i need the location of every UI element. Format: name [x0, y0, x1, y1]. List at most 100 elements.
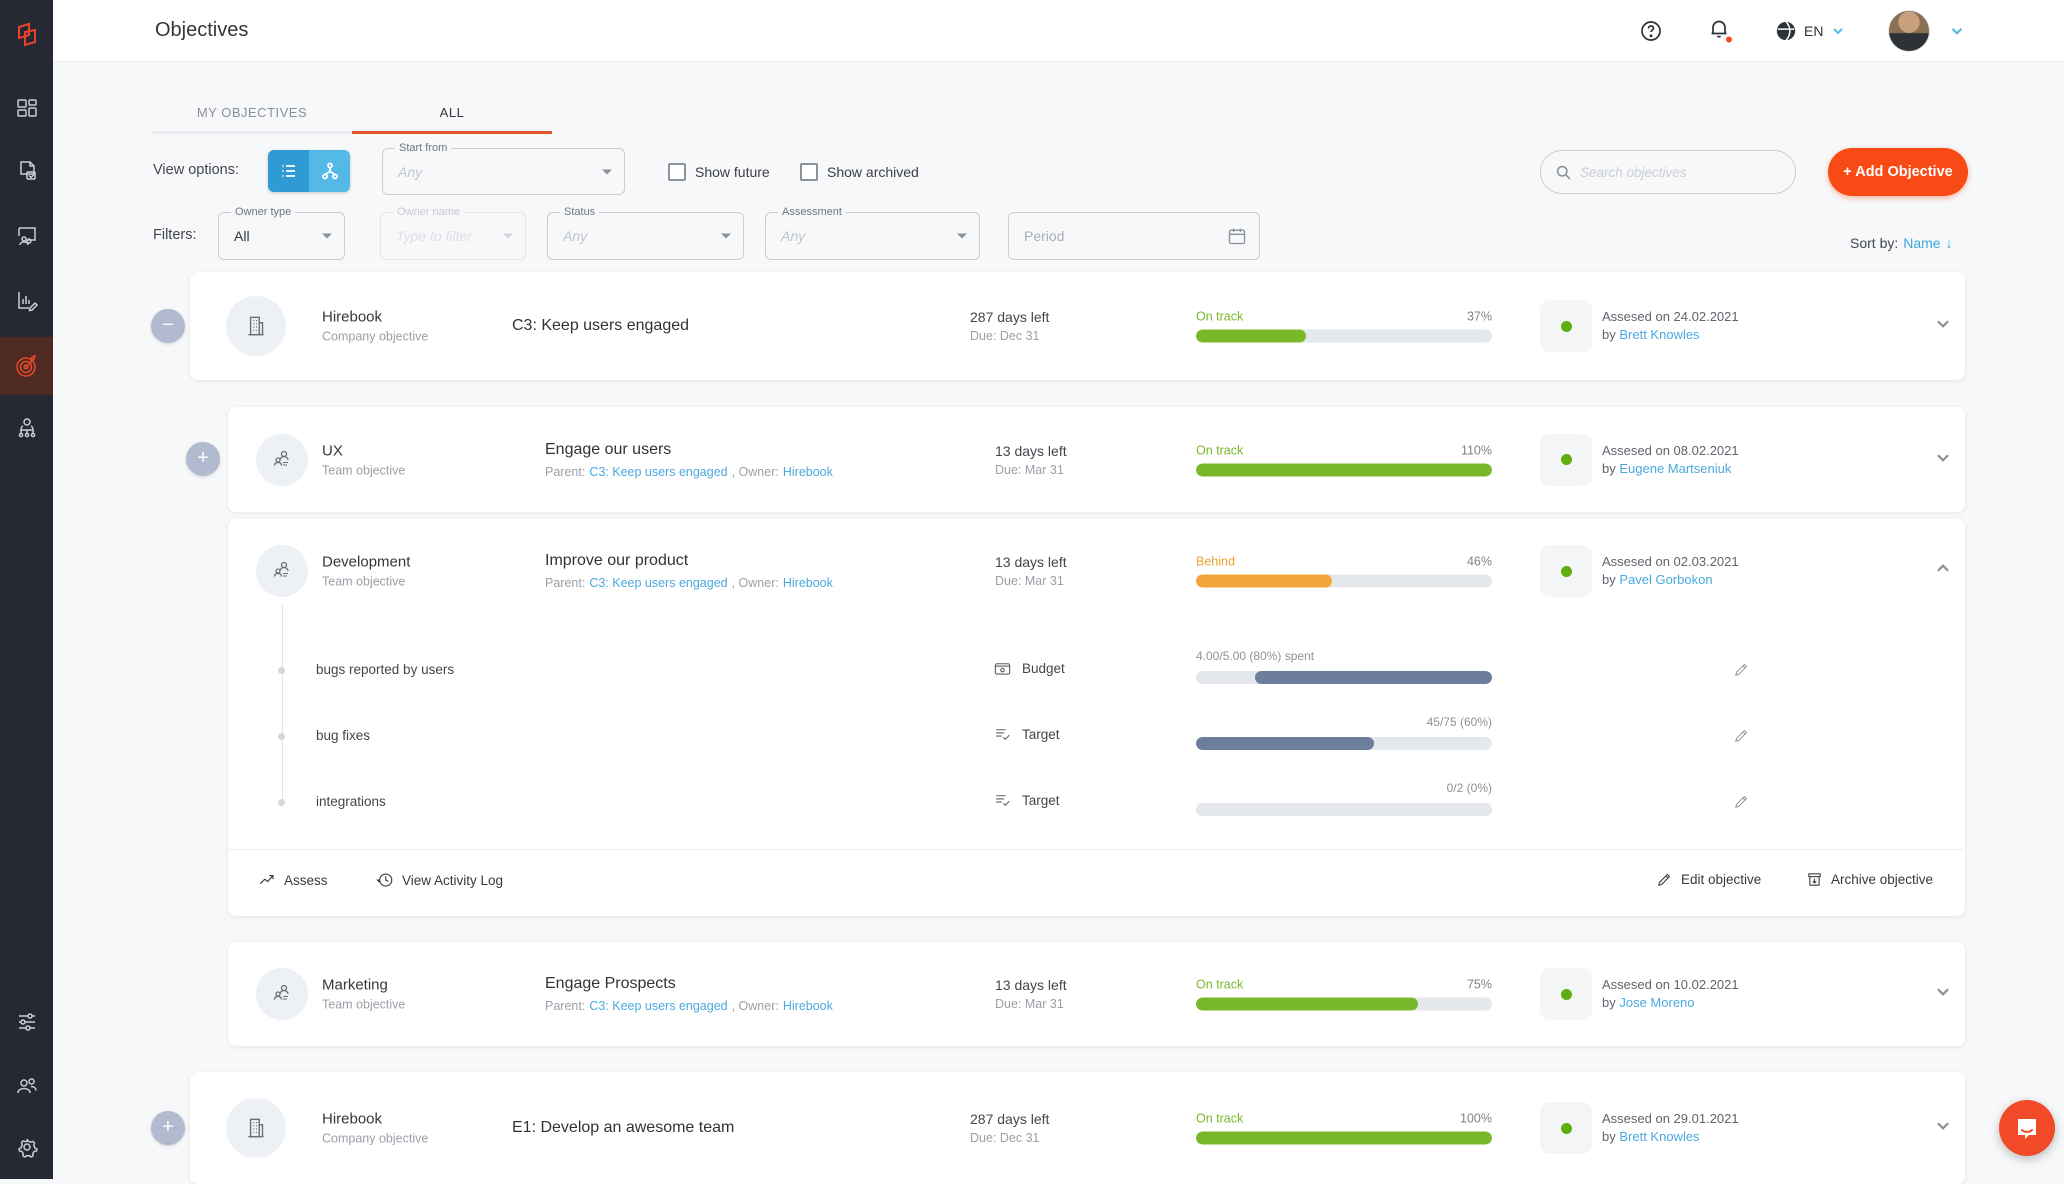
objective-row[interactable]: Hirebook Company objective C3: Keep user… [190, 272, 1965, 380]
owner-link[interactable]: Hirebook [783, 576, 833, 590]
progress-block: On track100% [1196, 1112, 1492, 1145]
chevron-down-icon [1830, 23, 1846, 39]
sidebar-item-checkins[interactable] [0, 142, 53, 200]
sidebar-item-preferences[interactable] [0, 993, 53, 1051]
language-selector[interactable]: EN [1775, 20, 1846, 42]
show-future-checkbox[interactable]: Show future [668, 163, 770, 181]
progress-fill [1196, 737, 1374, 750]
notifications-button[interactable] [1707, 16, 1731, 45]
objective-title: Engage our users [545, 441, 833, 459]
objective-header[interactable]: Development Team objective Improve our p… [228, 519, 1965, 623]
due-date: Due: Dec 31 [970, 1131, 1049, 1145]
status-dropdown[interactable]: Status Any [547, 212, 744, 260]
bell-wrap [1707, 16, 1731, 45]
team-icon [270, 982, 294, 1006]
owner-block: Development Team objective [322, 554, 410, 589]
metric-type: Target [993, 725, 1060, 744]
assessor-link[interactable]: Jose Moreno [1619, 995, 1694, 1010]
list-view-button[interactable] [268, 150, 309, 192]
by-label: by [1602, 327, 1616, 342]
dropdown-caret-icon [503, 234, 513, 239]
period-field[interactable]: Period [1008, 212, 1260, 260]
pencil-icon [1656, 871, 1673, 888]
parent-link[interactable]: C3: Keep users engaged [589, 576, 727, 590]
add-objective-button[interactable]: + Add Objective [1828, 148, 1968, 196]
sidebar-item-kpis[interactable] [0, 272, 53, 330]
start-from-value: Any [398, 164, 422, 180]
key-result-bar [1196, 737, 1492, 750]
app-logo[interactable] [0, 6, 53, 64]
sort-field[interactable]: Name [1903, 235, 1940, 251]
by-label: by [1602, 461, 1616, 476]
objective-row[interactable]: UX Team objective Engage our users Paren… [228, 407, 1965, 512]
owner-type-value: All [234, 228, 250, 244]
tab-all[interactable]: ALL [352, 100, 552, 134]
view-activity-log-button[interactable]: View Activity Log [376, 871, 503, 889]
sidebar-item-meetings[interactable] [0, 207, 53, 265]
owner-link[interactable]: Hirebook [783, 465, 833, 479]
sidebar-item-org-chart[interactable] [0, 399, 53, 457]
assessor-link[interactable]: Pavel Gorbokon [1619, 572, 1712, 587]
owner-link[interactable]: Hirebook [783, 999, 833, 1013]
assessment-label: Assessment [778, 206, 846, 218]
sidebar-item-objectives[interactable] [0, 337, 53, 395]
assessor-link[interactable]: Brett Knowles [1619, 327, 1699, 342]
tab-my-objectives[interactable]: MY OBJECTIVES [152, 100, 352, 134]
expand-chevron[interactable] [1934, 448, 1952, 471]
sort-control: Sort by: Name ↓ [1850, 235, 1953, 251]
owner-type-dropdown[interactable]: Owner type All [218, 212, 345, 260]
edit-key-result-button[interactable] [1733, 661, 1750, 683]
objective-row[interactable]: Marketing Team objective Engage Prospect… [228, 942, 1965, 1046]
assessment-indicator [1540, 1102, 1592, 1154]
edit-key-result-button[interactable] [1733, 727, 1750, 749]
archive-objective-button[interactable]: Archive objective [1806, 871, 1933, 888]
sidebar-item-dashboard[interactable] [0, 79, 53, 137]
progress-fill [1196, 463, 1492, 476]
assessment-dropdown[interactable]: Assessment Any [765, 212, 980, 260]
dropdown-caret-icon [957, 234, 967, 239]
status-label: Status [560, 206, 599, 218]
expand-chevron[interactable] [1934, 983, 1952, 1006]
progress-block: On track75% [1196, 978, 1492, 1011]
globe-icon [1775, 20, 1797, 42]
parent-link[interactable]: C3: Keep users engaged [589, 465, 727, 479]
status-dot [1561, 1123, 1572, 1134]
show-archived-checkbox[interactable]: Show archived [800, 163, 919, 181]
parent-link[interactable]: C3: Keep users engaged [589, 999, 727, 1013]
sidebar-item-people[interactable] [0, 1057, 53, 1115]
chevron-down-icon [1948, 22, 1966, 40]
objective-title: E1: Develop an awesome team [512, 1119, 734, 1137]
edit-key-result-button[interactable] [1733, 793, 1750, 815]
tree-view-button[interactable] [309, 150, 350, 192]
collapse-row-button[interactable]: − [151, 309, 185, 343]
expand-chevron[interactable] [1934, 315, 1952, 338]
progress-track [1196, 998, 1492, 1011]
collapse-chevron[interactable] [1934, 560, 1952, 583]
chat-launcher-button[interactable] [1999, 1100, 2055, 1156]
user-avatar[interactable] [1888, 10, 1930, 52]
expand-row-button[interactable]: + [151, 1111, 185, 1145]
sidebar-item-settings[interactable] [0, 1118, 53, 1176]
edit-objective-button[interactable]: Edit objective [1656, 871, 1761, 888]
progress-percent: 46% [1467, 555, 1492, 569]
objective-row[interactable]: Hirebook Company objective E1: Develop a… [190, 1072, 1965, 1184]
user-menu-button[interactable] [1948, 22, 1966, 40]
owner-name: Development [322, 554, 410, 571]
owner-block: Marketing Team objective [322, 977, 405, 1012]
show-future-label: Show future [695, 164, 770, 180]
owner-type: Team objective [322, 998, 405, 1012]
assessor-link[interactable]: Eugene Martseniuk [1619, 461, 1731, 476]
owner-type: Company objective [322, 1132, 428, 1146]
expand-row-button[interactable]: + [186, 442, 220, 476]
help-button[interactable] [1639, 19, 1663, 43]
progress-percent: 110% [1461, 443, 1492, 457]
key-result-name: bug fixes [316, 728, 370, 743]
sort-direction-icon[interactable]: ↓ [1946, 235, 1953, 251]
start-from-dropdown[interactable]: Start from Any [382, 148, 625, 195]
search-input[interactable] [1580, 165, 1770, 180]
assessor-link[interactable]: Brett Knowles [1619, 1129, 1699, 1144]
progress-percent: 37% [1467, 310, 1492, 324]
expand-chevron[interactable] [1934, 1117, 1952, 1140]
assess-button[interactable]: Assess [258, 871, 328, 889]
assessed-on: Assesed on 08.02.2021 [1602, 442, 1739, 460]
